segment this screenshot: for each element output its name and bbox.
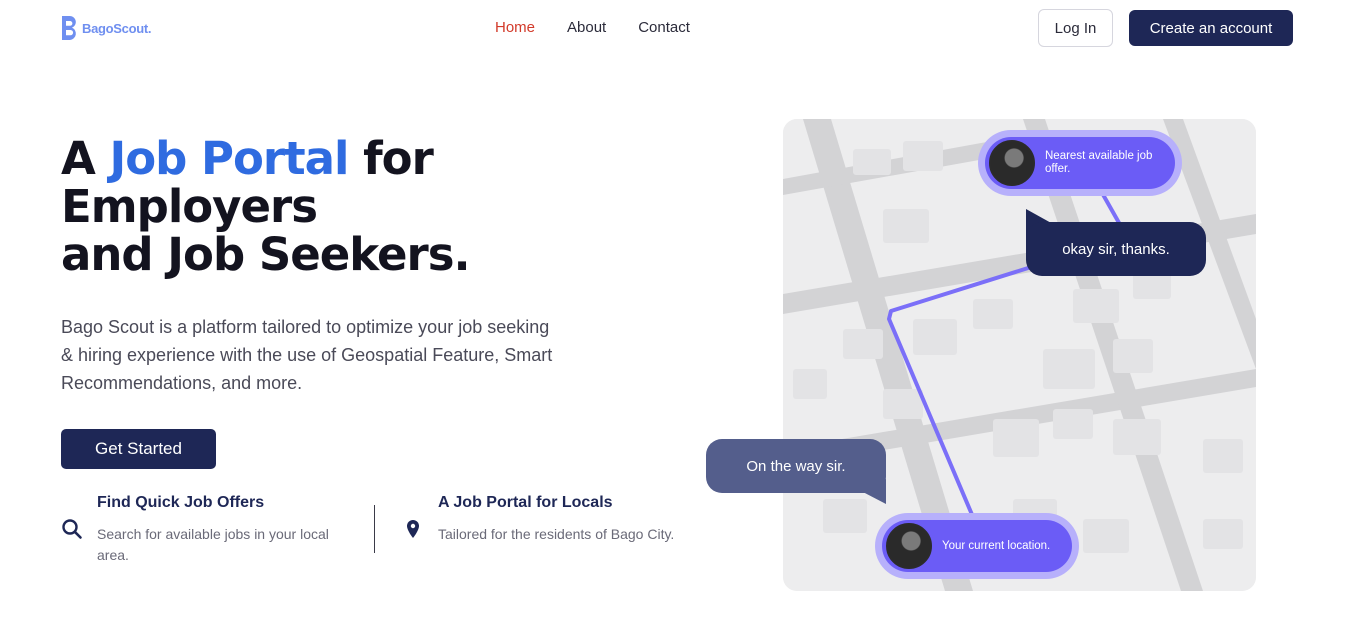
location-pin-icon	[407, 520, 419, 538]
brand-name: BagoScout.	[82, 20, 152, 36]
hero-title-line3: and Job Seekers.	[61, 228, 471, 281]
hero-title-line2: Employers	[61, 180, 318, 233]
hero-title-suffix: for	[348, 132, 434, 185]
feature-title: Find Quick Job Offers	[97, 494, 265, 511]
create-account-button[interactable]: Create an account	[1129, 10, 1293, 46]
hero-description: Bago Scout is a platform tailored to opt…	[61, 317, 553, 393]
avatar	[989, 140, 1035, 186]
login-button[interactable]: Log In	[1038, 9, 1113, 47]
get-started-button[interactable]: Get Started	[61, 429, 216, 469]
current-location-pin: Your current location.	[882, 520, 1072, 572]
hero-title-accent: Job Portal	[109, 132, 350, 185]
chat-bubble-reply: okay sir, thanks.	[1026, 222, 1206, 276]
feature-description: Tailored for the residents of Bago City.	[438, 526, 675, 542]
pin-label: Nearest available job offer.	[1045, 150, 1153, 175]
feature-title: A Job Portal for Locals	[438, 494, 613, 511]
hero-title-prefix: A	[61, 132, 110, 185]
nav-link-contact[interactable]: Contact	[638, 19, 690, 36]
hero-title: A Job Portal for Employers and Job Seeke…	[61, 132, 471, 281]
nav-link-home[interactable]: Home	[495, 19, 535, 36]
logo-icon	[62, 16, 76, 40]
job-offer-pin: Nearest available job offer.	[985, 137, 1175, 189]
search-icon	[62, 519, 82, 539]
top-navbar: BagoScout. Home About Contact Log In Cre…	[0, 0, 1360, 56]
brand-logo[interactable]: BagoScout.	[60, 15, 152, 41]
feature-divider	[374, 505, 375, 553]
main-nav: Home About Contact	[495, 19, 690, 36]
chat-bubble-status: On the way sir.	[706, 439, 886, 493]
avatar	[886, 523, 932, 569]
feature-description: Search for available jobs in your local …	[97, 526, 329, 563]
pin-label: Your current location.	[942, 539, 1051, 552]
nav-link-about[interactable]: About	[567, 19, 606, 36]
